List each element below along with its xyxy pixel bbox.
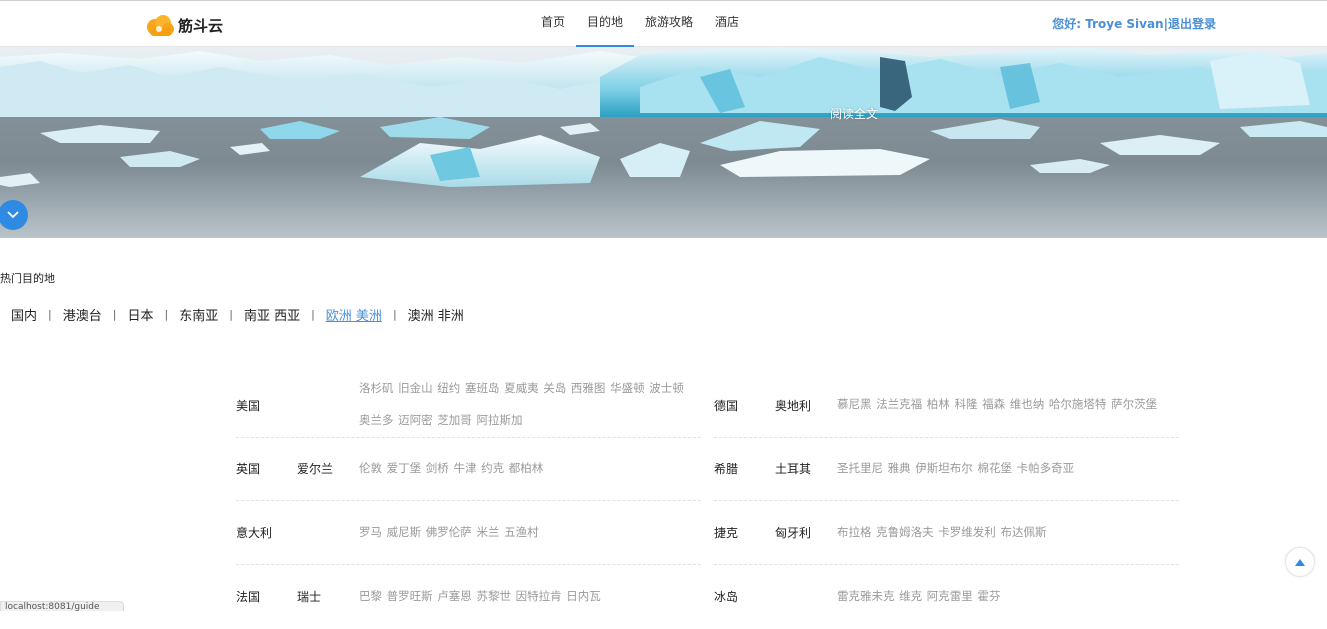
nav-hotel[interactable]: 酒店 xyxy=(704,1,750,47)
city-list[interactable]: 巴黎 普罗旺斯 卢塞恩 苏黎世 因特拉肯 日内瓦 xyxy=(359,580,694,612)
browser-status-bar: localhost:8081/guide xyxy=(0,601,124,611)
city-list[interactable]: 罗马 威尼斯 佛罗伦萨 米兰 五渔村 xyxy=(359,516,694,548)
country-name[interactable]: 法国 xyxy=(236,588,260,605)
country-name-secondary[interactable]: 瑞士 xyxy=(297,588,321,605)
tab-oceania-africa[interactable]: 澳洲 非洲 xyxy=(397,305,475,324)
nav-destination[interactable]: 目的地 xyxy=(576,1,635,47)
country-name[interactable]: 希腊 xyxy=(714,460,738,477)
region-tabs: 国内 | 港澳台 | 日本 | 东南亚 | 南亚 西亚 | 欧洲 美洲 | 澳洲… xyxy=(0,305,475,324)
country-name[interactable]: 捷克 xyxy=(714,524,738,541)
destination-row: 捷克 匈牙利 布拉格 克鲁姆洛夫 卡罗维发利 布达佩斯 xyxy=(714,501,1179,565)
country-name-secondary[interactable]: 奥地利 xyxy=(775,397,811,414)
destination-row: 法国 瑞士 巴黎 普罗旺斯 卢塞恩 苏黎世 因特拉肯 日内瓦 xyxy=(236,565,701,629)
country-name-secondary[interactable]: 土耳其 xyxy=(775,460,811,477)
country-name[interactable]: 美国 xyxy=(236,397,260,414)
hot-destinations-title: 热门目的地 xyxy=(0,272,55,285)
user-greeting: 您好: Troye Sivan| xyxy=(1052,17,1168,31)
city-list[interactable]: 伦敦 爱丁堡 剑桥 牛津 约克 都柏林 xyxy=(359,452,694,484)
logo[interactable]: 筋斗云 xyxy=(144,11,223,39)
destination-column-left: 美国 洛杉矶 旧金山 纽约 塞班岛 夏威夷 关岛 西雅图 华盛顿 波士顿 奥兰多… xyxy=(236,372,701,629)
tab-japan[interactable]: 日本 xyxy=(116,305,164,324)
hero-banner: 阅读全文 xyxy=(0,47,1327,238)
city-list[interactable]: 圣托里尼 雅典 伊斯坦布尔 棉花堡 卡帕多奇亚 xyxy=(837,452,1172,484)
top-navbar: 筋斗云 首页 目的地 旅游攻略 酒店 您好: Troye Sivan|退出登录 xyxy=(0,0,1327,47)
tab-south-west-asia[interactable]: 南亚 西亚 xyxy=(233,305,311,324)
country-name[interactable]: 冰岛 xyxy=(714,588,738,605)
nav-home[interactable]: 首页 xyxy=(530,1,576,47)
destination-row: 美国 洛杉矶 旧金山 纽约 塞班岛 夏威夷 关岛 西雅图 华盛顿 波士顿 奥兰多… xyxy=(236,372,701,438)
country-name-secondary[interactable]: 匈牙利 xyxy=(775,524,811,541)
destination-row: 希腊 土耳其 圣托里尼 雅典 伊斯坦布尔 棉花堡 卡帕多奇亚 xyxy=(714,438,1179,501)
user-area: 您好: Troye Sivan|退出登录 xyxy=(1052,15,1216,32)
country-name[interactable]: 意大利 xyxy=(236,524,272,541)
destination-row: 意大利 罗马 威尼斯 佛罗伦萨 米兰 五渔村 xyxy=(236,501,701,565)
main-nav: 首页 目的地 旅游攻略 酒店 xyxy=(530,1,750,47)
back-to-top-button[interactable] xyxy=(1285,547,1315,577)
cloud-logo-icon xyxy=(147,15,174,36)
city-list[interactable]: 慕尼黑 法兰克福 柏林 科隆 福森 维也纳 哈尔施塔特 萨尔茨堡 xyxy=(837,388,1172,420)
nav-travel-guide[interactable]: 旅游攻略 xyxy=(634,1,704,47)
destination-column-right: 德国 奥地利 慕尼黑 法兰克福 柏林 科隆 福森 维也纳 哈尔施塔特 萨尔茨堡 … xyxy=(714,372,1179,629)
logout-link[interactable]: 退出登录 xyxy=(1168,17,1216,31)
country-name-secondary[interactable]: 爱尔兰 xyxy=(297,460,333,477)
destination-row: 英国 爱尔兰 伦敦 爱丁堡 剑桥 牛津 约克 都柏林 xyxy=(236,438,701,501)
tab-europe-americas[interactable]: 欧洲 美洲 xyxy=(315,305,393,324)
logo-text: 筋斗云 xyxy=(178,16,224,35)
tab-hk-macau-taiwan[interactable]: 港澳台 xyxy=(52,305,113,324)
read-more-link[interactable]: 阅读全文 xyxy=(830,105,878,122)
city-list[interactable]: 雷克雅未克 维克 阿克雷里 霍芬 xyxy=(837,580,1172,612)
chevron-down-icon xyxy=(7,211,19,219)
country-name[interactable]: 英国 xyxy=(236,460,260,477)
tab-southeast-asia[interactable]: 东南亚 xyxy=(168,305,229,324)
destination-row: 冰岛 雷克雅未克 维克 阿克雷里 霍芬 xyxy=(714,565,1179,629)
city-list[interactable]: 布拉格 克鲁姆洛夫 卡罗维发利 布达佩斯 xyxy=(837,516,1172,548)
glacier-image xyxy=(0,47,1327,238)
tab-domestic[interactable]: 国内 xyxy=(0,305,48,324)
caret-up-icon xyxy=(1295,558,1305,566)
destination-row: 德国 奥地利 慕尼黑 法兰克福 柏林 科隆 福森 维也纳 哈尔施塔特 萨尔茨堡 xyxy=(714,372,1179,438)
city-list[interactable]: 洛杉矶 旧金山 纽约 塞班岛 夏威夷 关岛 西雅图 华盛顿 波士顿 奥兰多 迈阿… xyxy=(359,372,694,436)
country-name[interactable]: 德国 xyxy=(714,397,738,414)
